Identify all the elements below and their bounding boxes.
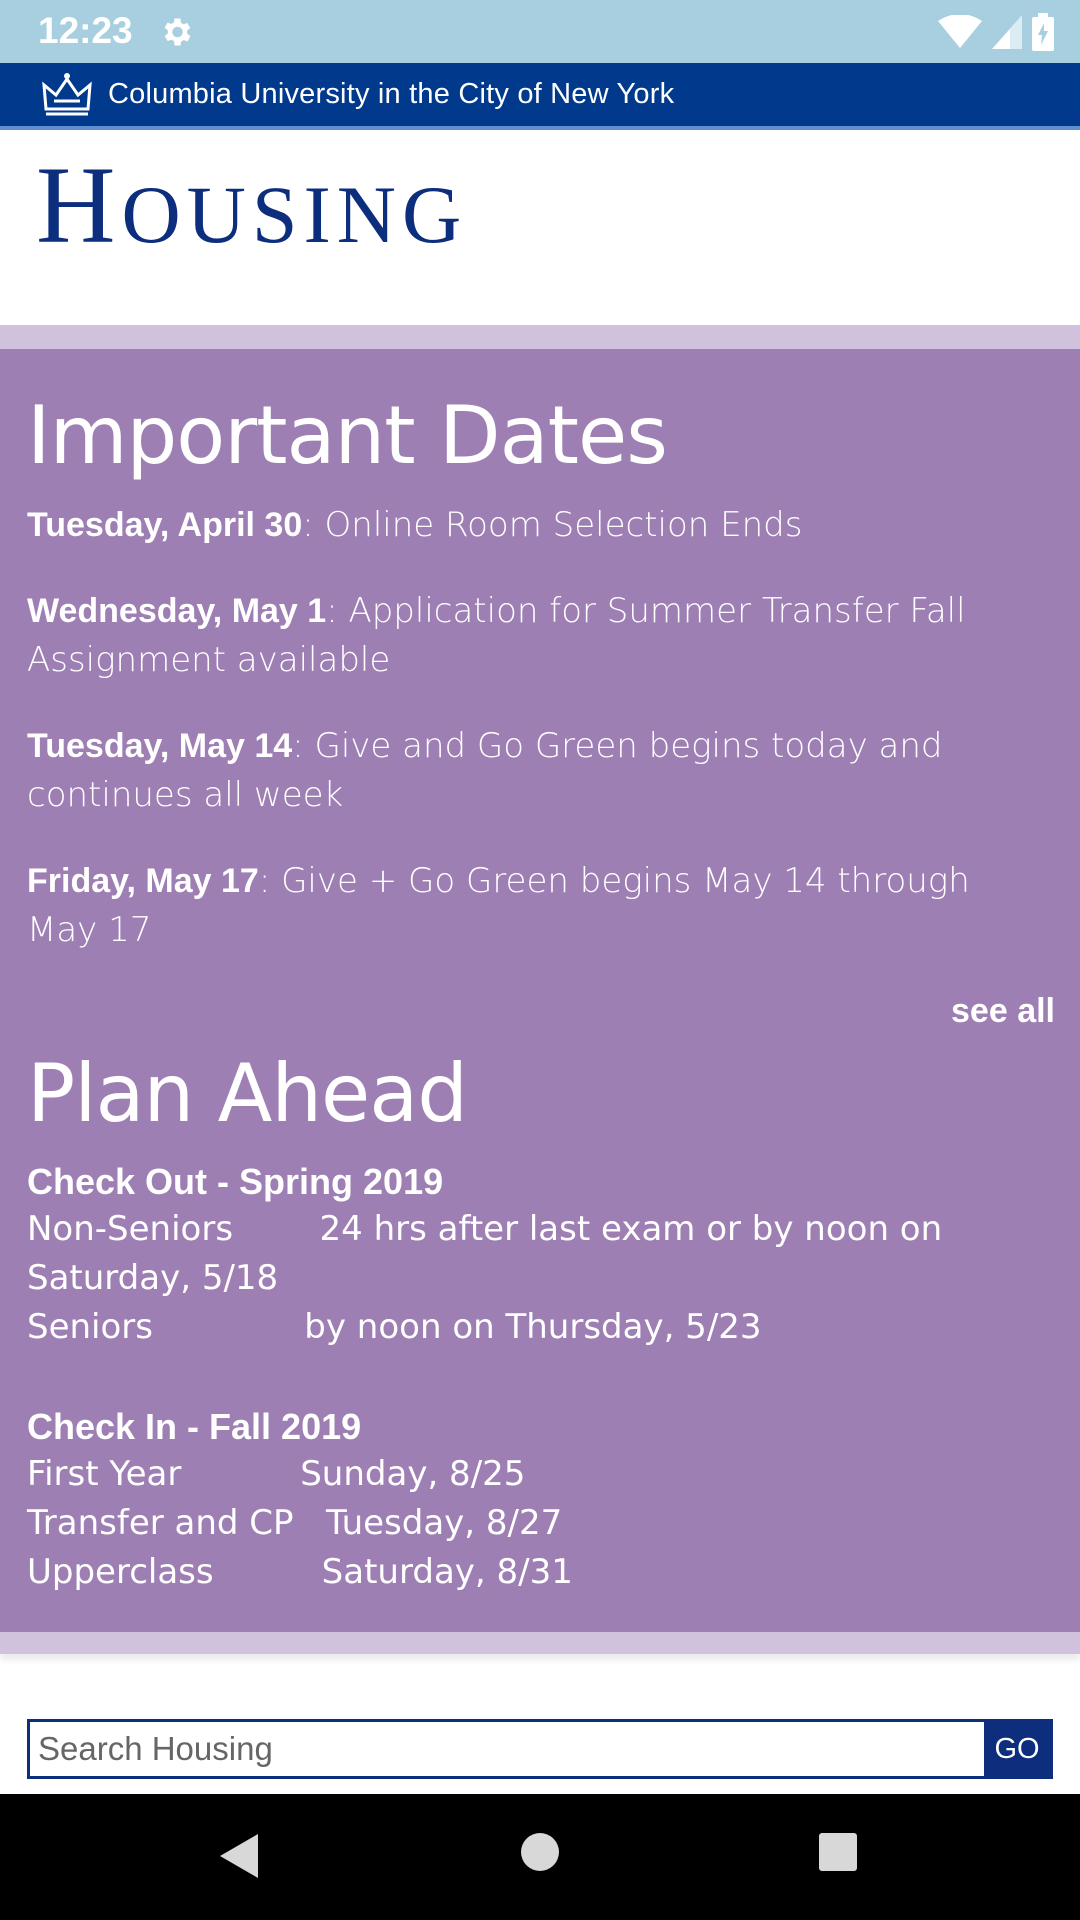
wifi-icon — [938, 15, 982, 48]
status-time: 12:23 — [38, 10, 133, 51]
search-input[interactable] — [30, 1722, 984, 1776]
plan-ahead-title: Plan Ahead — [27, 1047, 468, 1140]
title-rest: OUSING — [121, 169, 468, 260]
status-icons — [938, 12, 1054, 52]
site-title[interactable]: HOUSING — [36, 150, 467, 260]
date-label: Friday, May 17 — [27, 862, 259, 900]
university-header: Columbia University in the City of New Y… — [0, 63, 1080, 130]
date-text: : Online Room Selection Ends — [302, 505, 803, 545]
checkin-line: Upperclass Saturday, 8/31 — [27, 1552, 573, 1592]
date-entry: Friday, May 17: Give + Go Green begins M… — [27, 857, 1047, 955]
back-icon[interactable] — [218, 1832, 260, 1880]
checkout-line: Seniors by noon on Thursday, 5/23 — [27, 1307, 762, 1347]
navigation-bar — [0, 1794, 1080, 1920]
crown-icon[interactable] — [40, 71, 94, 117]
see-all-link[interactable]: see all — [951, 992, 1055, 1031]
checkin-heading: Check In - Fall 2019 — [27, 1406, 362, 1447]
divider-strip — [0, 325, 1080, 349]
title-first-letter: H — [36, 144, 122, 266]
date-label: Wednesday, May 1 — [27, 592, 327, 630]
university-name-link[interactable]: Columbia University in the City of New Y… — [108, 78, 674, 111]
search-go-button[interactable]: GO — [984, 1722, 1050, 1776]
date-entry: Tuesday, May 14: Give and Go Green begin… — [27, 722, 1047, 820]
home-icon[interactable] — [520, 1832, 560, 1872]
checkout-line: Non-Seniors 24 hrs after last exam or by… — [27, 1209, 943, 1249]
checkin-line: First Year Sunday, 8/25 — [27, 1454, 526, 1494]
date-label: Tuesday, April 30 — [27, 506, 303, 544]
settings-icon — [164, 18, 191, 46]
search-bar: GO — [27, 1719, 1053, 1779]
battery-icon — [1032, 13, 1054, 51]
recents-icon[interactable] — [818, 1832, 858, 1872]
important-dates-title: Important Dates — [27, 389, 668, 482]
date-entry: Tuesday, April 30: Online Room Selection… — [27, 501, 1047, 550]
checkout-heading: Check Out - Spring 2019 — [27, 1161, 444, 1202]
date-label: Tuesday, May 14 — [27, 727, 293, 765]
checkout-line: Saturday, 5/18 — [27, 1258, 279, 1298]
content-panel: Important Dates Tuesday, April 30: Onlin… — [0, 349, 1080, 1632]
date-entry: Wednesday, May 1: Application for Summer… — [27, 587, 1047, 685]
panel-bottom-strip — [0, 1632, 1080, 1654]
checkin-line: Transfer and CP Tuesday, 8/27 — [27, 1503, 563, 1543]
signal-icon — [992, 15, 1022, 49]
status-bar: 12:23 — [0, 0, 1080, 63]
